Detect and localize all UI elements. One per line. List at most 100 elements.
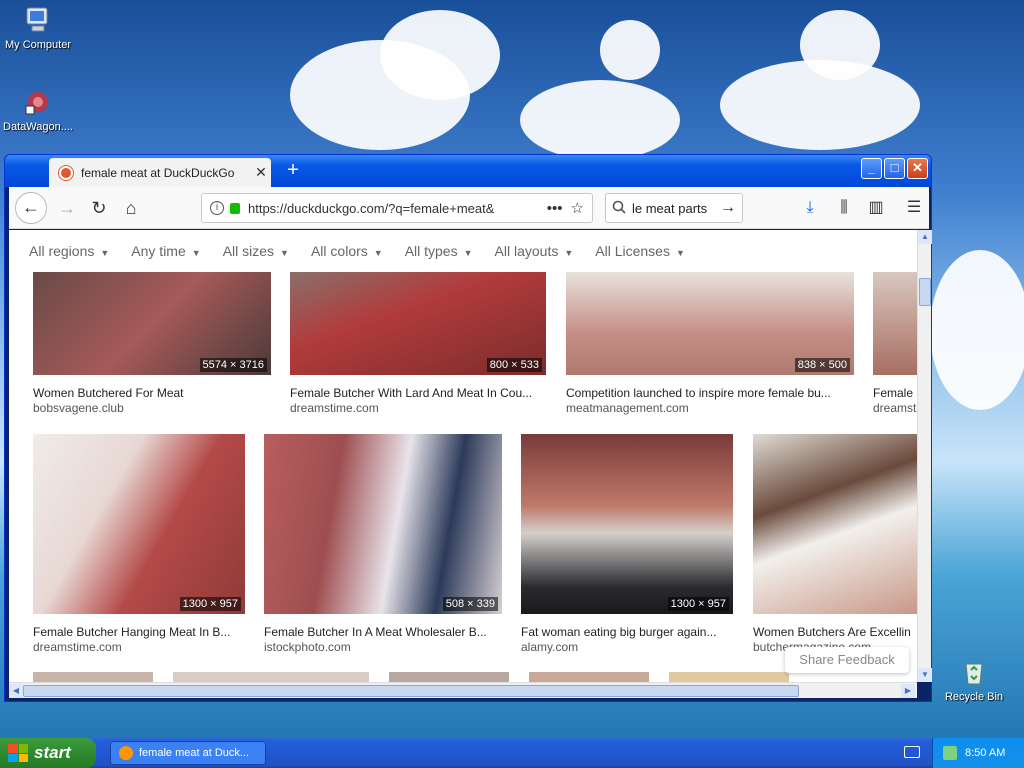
image-dimensions: 1300 × 957 xyxy=(179,597,241,611)
site-info-icon[interactable]: i xyxy=(210,201,224,215)
result-image[interactable]: 5574 × 3716 xyxy=(33,272,271,375)
image-dimensions: 508 × 339 xyxy=(442,597,498,611)
result-source[interactable]: meatmanagement.com xyxy=(566,401,854,415)
scroll-up-icon[interactable]: ▲ xyxy=(918,230,932,244)
tab-close-icon[interactable]: ✕ xyxy=(251,164,271,181)
desktop-icon-recycle-bin[interactable]: Recycle Bin xyxy=(936,656,1012,703)
my-computer-icon xyxy=(22,4,54,36)
taskbar-item-label: female meat at Duck... xyxy=(139,747,250,759)
taskbar-item-browser[interactable]: female meat at Duck... xyxy=(110,741,266,765)
result-source[interactable]: dreamstime.com xyxy=(290,401,546,415)
filter-licenses[interactable]: All Licenses ▼ xyxy=(595,243,685,259)
image-dimensions: 5574 × 3716 xyxy=(199,358,267,372)
result-caption[interactable]: Fat woman eating big burger again... xyxy=(521,625,733,639)
result-source[interactable]: alamy.com xyxy=(521,640,733,654)
clock[interactable]: 8:50 AM xyxy=(965,747,1005,759)
horizontal-scrollbar[interactable]: ◀ ▶ xyxy=(9,682,917,698)
filter-regions[interactable]: All regions ▼ xyxy=(29,243,109,259)
forward-button[interactable]: → xyxy=(53,195,81,223)
url-text[interactable]: https://duckduckgo.com/?q=female+meat& xyxy=(248,201,539,216)
recycle-bin-icon xyxy=(958,656,990,688)
search-query-text[interactable]: le meat parts xyxy=(632,201,720,216)
start-label: start xyxy=(34,743,71,762)
filter-colors[interactable]: All colors ▼ xyxy=(311,243,383,259)
image-result[interactable]: 1300 × 957 Female Butcher Hanging Meat I… xyxy=(33,434,245,654)
result-caption[interactable]: Female Butcher With Lard And Meat In Cou… xyxy=(290,386,546,400)
bookmark-star-icon[interactable]: ☆ xyxy=(571,199,584,217)
image-result[interactable]: Women Butchers Are Excellin butchermagaz… xyxy=(753,434,917,654)
library-icon[interactable]: ⫼ xyxy=(831,195,857,221)
filter-layouts[interactable]: All layouts ▼ xyxy=(495,243,574,259)
desktop-icon-my-computer[interactable]: My Computer xyxy=(0,4,76,51)
navigation-toolbar: ← → ↻ ⌂ i https://duckduckgo.com/?q=fema… xyxy=(9,187,929,229)
desktop-cloud xyxy=(600,20,660,80)
result-image[interactable]: 508 × 339 xyxy=(264,434,502,614)
desktop-icon-label: Recycle Bin xyxy=(944,691,1004,703)
back-button[interactable]: ← xyxy=(15,192,47,224)
desktop-icon-label: My Computer xyxy=(4,39,72,51)
download-icon[interactable]: ⤓ xyxy=(797,195,823,221)
filter-sizes[interactable]: All sizes ▼ xyxy=(223,243,289,259)
duckduckgo-favicon-icon xyxy=(59,165,73,180)
image-dimensions: 838 × 500 xyxy=(794,358,850,372)
vertical-scrollbar[interactable]: ▲ ▼ xyxy=(917,230,932,682)
horizontal-scroll-thumb[interactable] xyxy=(23,685,799,697)
image-result[interactable] xyxy=(389,672,509,682)
image-result[interactable] xyxy=(529,672,649,682)
desktop-cloud xyxy=(520,80,680,160)
reload-button[interactable]: ↻ xyxy=(85,195,113,223)
start-button[interactable]: start xyxy=(0,738,96,768)
image-result[interactable] xyxy=(669,672,789,682)
image-result[interactable]: 1300 × 957 Fat woman eating big burger a… xyxy=(521,434,733,654)
system-tray: 8:50 AM xyxy=(932,738,1024,768)
scroll-down-icon[interactable]: ▼ xyxy=(918,668,932,682)
filter-time[interactable]: Any time ▼ xyxy=(131,243,200,259)
page-actions-icon[interactable]: ••• xyxy=(547,200,563,217)
scroll-left-icon[interactable]: ◀ xyxy=(9,684,23,698)
result-source[interactable]: dreamstime.com xyxy=(33,640,245,654)
title-bar[interactable]: female meat at DuckDuckGo ✕ + _ □ ✕ xyxy=(5,155,931,187)
desktop-cloud xyxy=(800,10,880,80)
result-source[interactable]: dreamst xyxy=(873,401,917,415)
image-result[interactable]: 508 × 339 Female Butcher In A Meat Whole… xyxy=(264,434,502,654)
url-bar[interactable]: i https://duckduckgo.com/?q=female+meat&… xyxy=(201,193,593,223)
network-icon[interactable] xyxy=(943,746,957,760)
keyboard-icon[interactable] xyxy=(904,746,920,758)
scroll-right-icon[interactable]: ▶ xyxy=(901,684,915,698)
browser-window: female meat at DuckDuckGo ✕ + _ □ ✕ ← → … xyxy=(4,154,932,702)
home-button[interactable]: ⌂ xyxy=(117,195,145,223)
close-window-button[interactable]: ✕ xyxy=(907,158,928,179)
vertical-scroll-thumb[interactable] xyxy=(919,278,931,306)
result-image[interactable]: 1300 × 957 xyxy=(33,434,245,614)
image-dimensions: 800 × 533 xyxy=(486,358,542,372)
result-image[interactable]: 838 × 500 xyxy=(566,272,854,375)
filter-types[interactable]: All types ▼ xyxy=(405,243,473,259)
search-go-icon[interactable]: → xyxy=(720,199,736,217)
image-result[interactable] xyxy=(173,672,369,682)
result-image[interactable]: 1300 × 957 xyxy=(521,434,733,614)
result-caption[interactable]: Women Butchered For Meat xyxy=(33,386,271,400)
result-source[interactable]: bobsvagene.club xyxy=(33,401,271,415)
new-tab-button[interactable]: + xyxy=(281,159,305,183)
result-caption[interactable]: Female xyxy=(873,386,917,400)
result-caption[interactable]: Competition launched to inspire more fem… xyxy=(566,386,854,400)
result-image[interactable] xyxy=(753,434,917,614)
maximize-button[interactable]: □ xyxy=(884,158,905,179)
image-dimensions: 1300 × 957 xyxy=(667,597,729,611)
sidebar-icon[interactable]: ▥ xyxy=(863,195,889,221)
share-feedback-button[interactable]: Share Feedback xyxy=(785,647,909,673)
tab-active[interactable]: female meat at DuckDuckGo ✕ xyxy=(49,158,271,187)
datawagon-icon xyxy=(22,86,54,118)
filter-bar: All regions ▼ Any time ▼ All sizes ▼ All co… xyxy=(9,230,917,272)
minimize-button[interactable]: _ xyxy=(861,158,882,179)
result-source[interactable]: istockphoto.com xyxy=(264,640,502,654)
search-bar[interactable]: le meat parts → xyxy=(605,193,743,223)
result-caption[interactable]: Women Butchers Are Excellin xyxy=(753,625,917,639)
result-caption[interactable]: Female Butcher Hanging Meat In B... xyxy=(33,625,245,639)
result-image[interactable]: 800 × 533 xyxy=(290,272,546,375)
menu-icon[interactable]: ☰ xyxy=(901,195,927,221)
image-result[interactable] xyxy=(33,672,153,682)
result-caption[interactable]: Female Butcher In A Meat Wholesaler B... xyxy=(264,625,502,639)
result-image[interactable] xyxy=(873,272,917,375)
desktop-icon-datawagon[interactable]: DataWagon.... xyxy=(0,86,76,133)
